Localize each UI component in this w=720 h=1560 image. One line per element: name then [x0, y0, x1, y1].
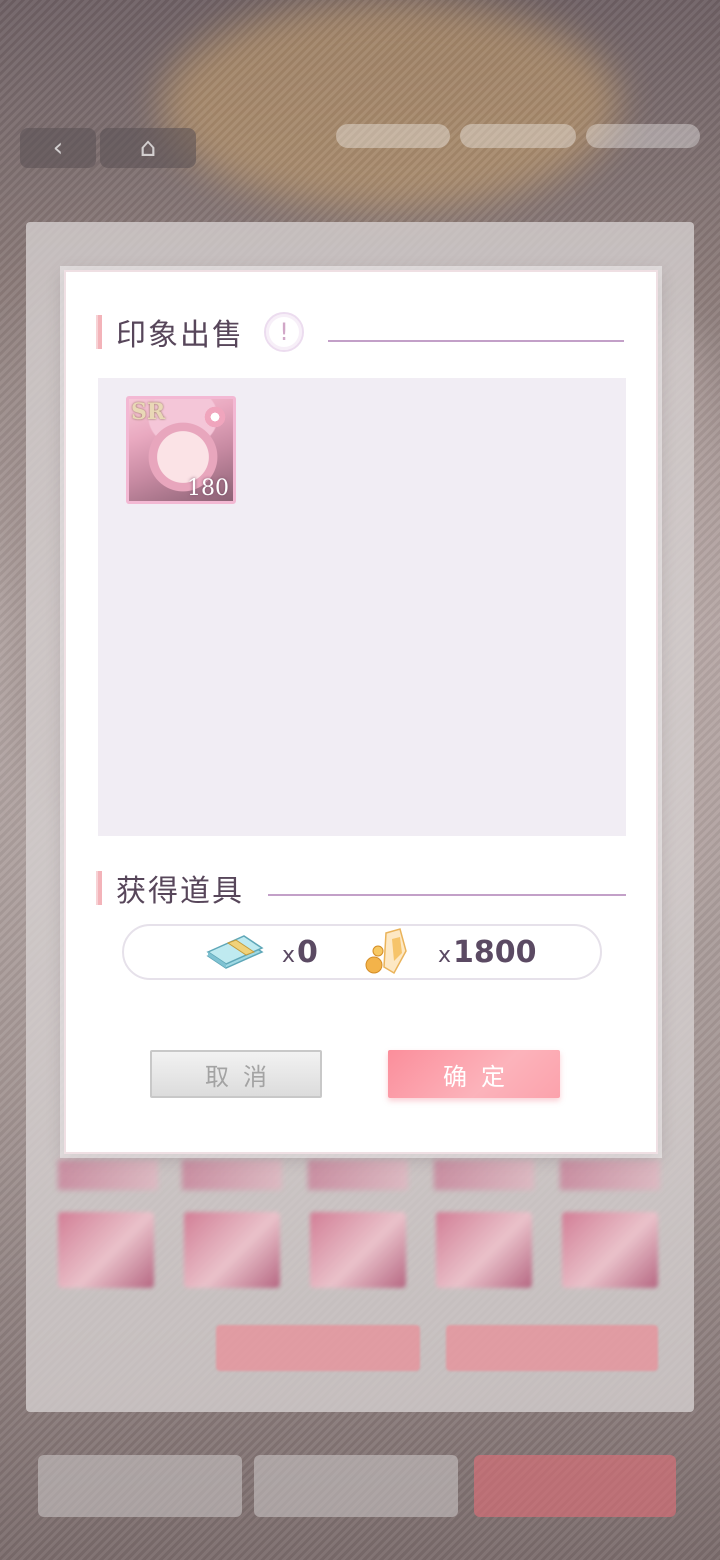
- reward-crystal: x1800: [362, 926, 537, 978]
- selected-items-area: SR 180: [98, 378, 626, 836]
- resource-pill: [336, 124, 450, 148]
- background-card-thumb: [58, 1212, 154, 1288]
- home-icon: ⌂: [100, 128, 196, 168]
- background-button: [216, 1325, 420, 1371]
- background-card-strip: [182, 1160, 282, 1190]
- header-accent-bar: [96, 315, 102, 349]
- flower-emblem-icon: [203, 405, 227, 429]
- cancel-button[interactable]: 取消: [150, 1050, 322, 1098]
- background-button: [446, 1325, 658, 1371]
- reward-section-title: 获得道具: [116, 874, 244, 909]
- header-divider: [268, 894, 626, 896]
- reward-count: x0: [282, 934, 318, 970]
- sale-section-title: 印象出售: [116, 318, 244, 353]
- reward-cash: x0: [204, 926, 318, 978]
- resource-pill: [586, 124, 700, 148]
- card-level: 180: [187, 476, 229, 501]
- background-tab: [254, 1455, 458, 1517]
- background-card-strip: [308, 1160, 408, 1190]
- background-card-thumb: [436, 1212, 532, 1288]
- confirm-button[interactable]: 确定: [388, 1050, 560, 1098]
- reward-count: x1800: [438, 934, 537, 970]
- impression-card[interactable]: SR 180: [126, 396, 236, 504]
- background-card-strip: [58, 1160, 158, 1190]
- sell-impression-dialog: 印象出售 ! SR 180 获得道具 x0 x1800 取消 确定: [64, 270, 658, 1154]
- background-card-strip: [434, 1160, 534, 1190]
- reward-section-header: 获得道具: [96, 866, 244, 910]
- background-card-thumb: [310, 1212, 406, 1288]
- background-tab: [474, 1455, 676, 1517]
- rarity-badge: SR: [131, 399, 166, 425]
- header-divider: [328, 340, 624, 342]
- background-tab: [38, 1455, 242, 1517]
- header-accent-bar: [96, 871, 102, 905]
- sale-section-header: 印象出售 !: [96, 310, 304, 354]
- resource-pill: [460, 124, 576, 148]
- back-arrow-icon: ‹: [20, 128, 96, 168]
- background-card-thumb: [184, 1212, 280, 1288]
- background-card-thumb: [562, 1212, 658, 1288]
- reward-summary-bar: x0 x1800: [122, 924, 602, 980]
- crystal-icon: [365, 928, 407, 975]
- info-icon[interactable]: !: [264, 312, 304, 352]
- background-card-strip: [560, 1160, 660, 1190]
- cash-bundle-icon: [206, 935, 264, 969]
